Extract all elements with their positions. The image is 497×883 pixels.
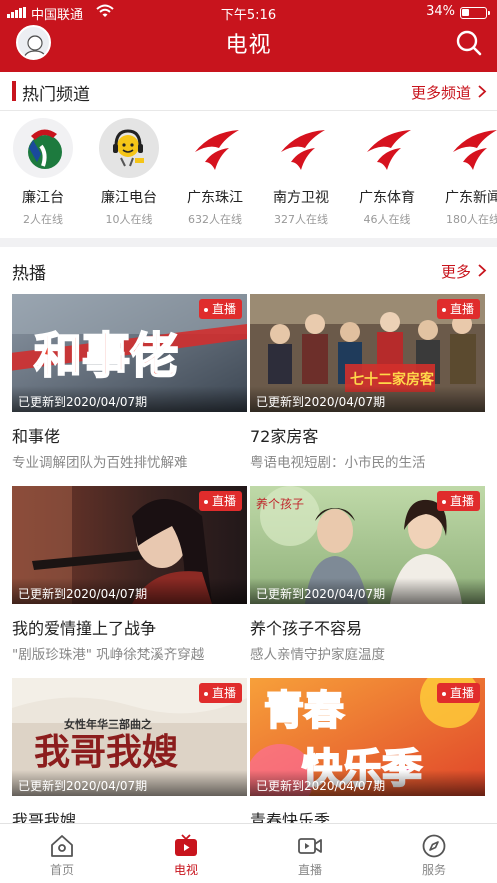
tab-tv[interactable]: 电视: [124, 824, 248, 883]
battery-icon: [460, 7, 490, 19]
channel-name: 廉江台: [22, 190, 64, 206]
search-icon[interactable]: [455, 29, 483, 57]
show-card[interactable]: 养个孩子 直播 已更新到2020/04/07期 养个孩子不容易 感人亲情守护家庭…: [250, 486, 485, 663]
guangdong-tv-logo-icon: [443, 118, 497, 178]
channel-item-guangdong-news[interactable]: 广东新闻 180人在线: [430, 118, 497, 227]
show-poster-text: 养个孩子: [256, 496, 304, 511]
section-gap: [0, 238, 497, 247]
show-card[interactable]: 女性年华三部曲之 我哥我嫂 直播 已更新到2020/04/07期 我哥我嫂: [12, 678, 247, 831]
show-thumbnail[interactable]: 直播 已更新到2020/04/07期: [12, 486, 247, 604]
tab-label: 电视: [173, 863, 198, 877]
show-description: 粤语电视短剧：小市民的生活: [250, 455, 426, 471]
hot-channels-title: 热门频道: [22, 85, 90, 105]
update-label: 已更新到2020/04/07期: [250, 578, 485, 604]
hot-shows-title: 热播: [12, 264, 46, 284]
home-icon: [51, 835, 73, 857]
show-card[interactable]: 青春 快乐季 直播 已更新到2020/04/07期 青春快乐季: [250, 678, 485, 831]
chevron-right-icon[interactable]: [477, 85, 487, 98]
live-badge: 直播: [436, 683, 480, 703]
update-label: 已更新到2020/04/07期: [12, 578, 247, 604]
show-poster-text: 我哥我嫂: [34, 731, 178, 773]
live-badge-label: 直播: [449, 494, 474, 508]
update-label: 已更新到2020/04/07期: [250, 386, 485, 412]
divider: [0, 110, 497, 111]
more-shows-link[interactable]: 更多: [441, 261, 471, 282]
live-badge: 直播: [436, 299, 480, 319]
channel-online-count: 180人在线: [446, 213, 497, 226]
tab-bar: 首页 电视 直播 服务: [0, 823, 497, 883]
compass-icon: [422, 834, 446, 858]
guangdong-tv-logo-icon: [271, 118, 331, 178]
live-badge-label: 直播: [211, 494, 236, 508]
show-description: "剧版珍珠港" 巩峥徐梵溪齐穿越: [12, 647, 205, 663]
update-label: 已更新到2020/04/07期: [12, 770, 247, 796]
show-poster-subtitle: 女性年华三部曲之: [64, 717, 152, 731]
channel-online-count: 46人在线: [363, 213, 411, 226]
show-thumbnail[interactable]: 女性年华三部曲之 我哥我嫂 直播 已更新到2020/04/07期: [12, 678, 247, 796]
chevron-right-icon[interactable]: [477, 264, 487, 277]
channel-item-southern-tv[interactable]: 南方卫视 327人在线: [258, 118, 344, 227]
live-camera-icon: [298, 838, 322, 854]
section-marker: [12, 81, 16, 101]
tv-icon: [175, 834, 197, 856]
channel-list: 廉江台 2人在线 廉江电台 10人在线 广东珠江 632人在线 南方卫视 327…: [0, 118, 497, 236]
channel-name: 南方卫视: [273, 190, 329, 206]
channel-name: 广东体育: [359, 190, 415, 206]
status-bar: 中国联通 下午5:16 34%: [0, 0, 497, 24]
channel-name: 广东珠江: [187, 190, 243, 206]
live-badge: 直播: [198, 299, 242, 319]
channel-online-count: 632人在线: [188, 213, 242, 226]
show-title[interactable]: 我的爱情撞上了战争: [12, 615, 247, 639]
live-badge: 直播: [198, 683, 242, 703]
show-thumbnail[interactable]: 养个孩子 直播 已更新到2020/04/07期: [250, 486, 485, 604]
live-badge: 直播: [198, 491, 242, 511]
channel-online-count: 10人在线: [105, 213, 153, 226]
page-title: 电视: [225, 33, 272, 58]
show-card[interactable]: 七十二家房客 直播 已更新到2020/04/07期 72家房客 粤语电视短剧：小…: [250, 294, 485, 471]
tab-services[interactable]: 服务: [372, 824, 496, 883]
show-title[interactable]: 养个孩子不容易: [250, 615, 485, 639]
show-thumbnail[interactable]: 和事佬 直播 已更新到2020/04/07期: [12, 294, 247, 412]
channel-item-guangdong-zhujiang[interactable]: 广东珠江 632人在线: [172, 118, 258, 227]
guangdong-tv-logo-icon: [185, 118, 245, 178]
live-badge-label: 直播: [211, 686, 236, 700]
show-poster-text: 青春: [264, 688, 344, 734]
live-badge: 直播: [436, 491, 480, 511]
top-bar: 中国联通 下午5:16 34% 电视: [0, 0, 497, 72]
channel-online-count: 327人在线: [274, 213, 328, 226]
live-badge-label: 直播: [449, 302, 474, 316]
lianjiang-radio-logo-icon: [99, 118, 159, 178]
channel-online-count: 2人在线: [23, 213, 63, 226]
channel-name: 广东新闻: [445, 190, 497, 206]
channel-item-guangdong-sports[interactable]: 广东体育 46人在线: [344, 118, 430, 227]
show-title[interactable]: 72家房客: [250, 423, 485, 447]
channel-item-lianjiang-radio[interactable]: 廉江电台 10人在线: [86, 118, 172, 227]
tab-live[interactable]: 直播: [248, 824, 372, 883]
channel-item-lianjiang-tv[interactable]: 廉江台 2人在线: [0, 118, 86, 227]
tab-label: 直播: [297, 863, 322, 877]
guangdong-tv-logo-icon: [357, 118, 417, 178]
tab-home[interactable]: 首页: [0, 824, 124, 883]
hot-channels-header: 热门频道 更多频道: [0, 71, 497, 111]
channel-name: 廉江电台: [101, 190, 157, 206]
show-poster-text: 和事佬: [34, 328, 178, 384]
hot-shows-header: 热播 更多: [0, 250, 497, 290]
live-badge-label: 直播: [449, 686, 474, 700]
show-title[interactable]: 和事佬: [12, 423, 247, 447]
show-card[interactable]: 直播 已更新到2020/04/07期 我的爱情撞上了战争 "剧版珍珠港" 巩峥徐…: [12, 486, 247, 663]
live-badge-label: 直播: [211, 302, 236, 316]
show-thumbnail[interactable]: 七十二家房客 直播 已更新到2020/04/07期: [250, 294, 485, 412]
more-channels-link[interactable]: 更多频道: [411, 82, 471, 103]
lianjiang-tv-logo-icon: [13, 118, 73, 178]
battery-percent: 34%: [426, 4, 455, 19]
show-thumbnail[interactable]: 青春 快乐季 直播 已更新到2020/04/07期: [250, 678, 485, 796]
update-label: 已更新到2020/04/07期: [250, 770, 485, 796]
update-label: 已更新到2020/04/07期: [12, 386, 247, 412]
show-description: 专业调解团队为百姓排忧解难: [12, 455, 188, 471]
tab-label: 首页: [49, 863, 74, 877]
show-description: 感人亲情守护家庭温度: [250, 647, 385, 663]
tab-label: 服务: [421, 863, 446, 877]
show-card[interactable]: 和事佬 直播 已更新到2020/04/07期 和事佬 专业调解团队为百姓排忧解难: [12, 294, 247, 471]
status-time: 下午5:16: [220, 8, 277, 23]
